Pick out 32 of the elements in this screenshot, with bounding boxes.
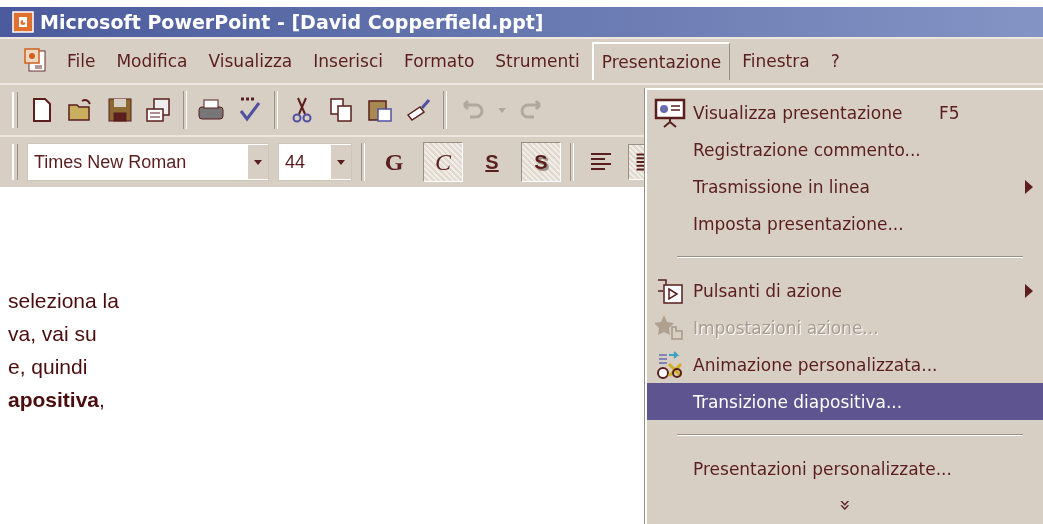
menu-item[interactable]: Formato: [395, 42, 484, 80]
menu-item[interactable]: Inserisci: [304, 42, 392, 80]
menu-item[interactable]: ?: [821, 42, 849, 80]
toolbar-grip[interactable]: [12, 144, 18, 180]
expand-chevron[interactable]: »: [834, 498, 858, 512]
toolbar-grip[interactable]: [12, 92, 18, 128]
animation-icon: [655, 349, 685, 380]
slide-text: seleziona la: [8, 288, 119, 314]
menu-item[interactable]: File: [58, 42, 105, 80]
menu-item[interactable]: Modifica: [107, 42, 197, 80]
menu-item[interactable]: Visualizza: [199, 42, 302, 80]
menu-item[interactable]: Registrazione commento...: [647, 131, 1043, 168]
save-icon[interactable]: [105, 95, 135, 125]
font-dropdown[interactable]: Times New Roman: [27, 143, 269, 181]
menu-item[interactable]: Pulsanti di azione: [647, 272, 1043, 309]
app-icon: [12, 11, 34, 33]
projector-screen-icon: [654, 97, 686, 128]
menu-item[interactable]: Imposta presentazione...: [647, 205, 1043, 242]
menu-item[interactable]: Transizione diapositiva...: [647, 383, 1043, 420]
menu-item[interactable]: Animazione personalizzata...: [647, 346, 1043, 383]
window-title: Microsoft PowerPoint - [David Copperfield.ppt]: [40, 11, 544, 33]
italic-button[interactable]: C: [423, 142, 463, 182]
menu-item[interactable]: Finestra: [733, 42, 819, 80]
menu-item[interactable]: Presentazione: [591, 42, 731, 80]
menu-item[interactable]: Strumenti: [486, 42, 589, 80]
slide-text: apositiva,: [8, 387, 106, 413]
shadow-button[interactable]: S: [521, 142, 561, 182]
font-size-dropdown[interactable]: 44: [278, 143, 352, 181]
menu-item[interactable]: Presentazioni personalizzate...: [647, 450, 1043, 487]
menu-item[interactable]: Trasmissione in linea: [647, 168, 1043, 205]
slide-text: e, quindi: [8, 354, 89, 380]
slide-text: va, vai su: [8, 321, 98, 347]
